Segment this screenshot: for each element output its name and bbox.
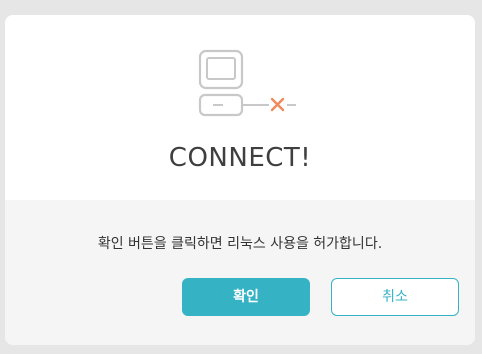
dialog-message: 확인 버튼을 클릭하면 리눅스 사용을 허가합니다.	[97, 236, 383, 252]
dialog-header: CONNECT!	[5, 15, 475, 200]
connect-dialog: CONNECT! 확인 버튼을 클릭하면 리눅스 사용을 허가합니다. 확인 취…	[5, 15, 475, 345]
confirm-button[interactable]: 확인	[182, 278, 310, 316]
disconnected-computer-icon	[190, 48, 300, 120]
cancel-button[interactable]: 취소	[331, 278, 459, 316]
dialog-title: CONNECT!	[168, 143, 312, 173]
dialog-footer	[5, 200, 475, 345]
